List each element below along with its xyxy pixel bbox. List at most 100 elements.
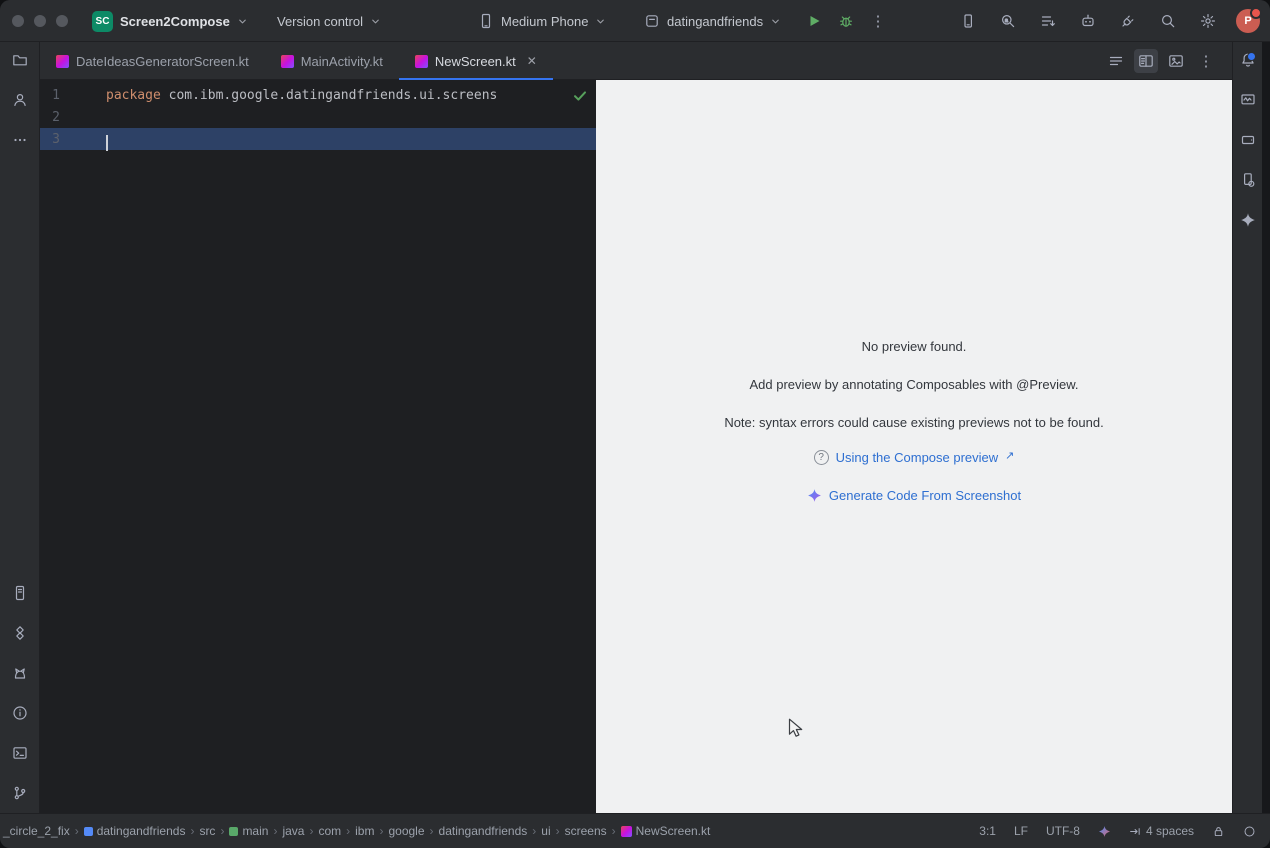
- code-view-icon: [1108, 53, 1124, 69]
- breadcrumb-item[interactable]: screens: [565, 824, 607, 838]
- line-number[interactable]: 3: [40, 132, 60, 147]
- chevron-down-icon: [370, 16, 381, 27]
- preview-hint-line1: Add preview by annotating Composables wi…: [596, 377, 1232, 392]
- encoding-widget[interactable]: UTF-8: [1046, 824, 1080, 838]
- breadcrumb-item[interactable]: src: [199, 824, 215, 838]
- generate-code-link-label: Generate Code From Screenshot: [829, 488, 1021, 503]
- inspections-ok-check-icon[interactable]: [572, 88, 588, 104]
- tab-mainactivity[interactable]: MainActivity.kt: [265, 42, 399, 80]
- git-branch-icon: [12, 785, 28, 801]
- line-number[interactable]: 2: [40, 110, 60, 125]
- terminal-tool-button[interactable]: [8, 741, 32, 765]
- code-editor[interactable]: 1 package com.ibm.google.datingandfriend…: [40, 80, 596, 813]
- editor-tabs: DateIdeasGeneratorScreen.kt MainActivity…: [40, 42, 553, 80]
- maximize-window-button[interactable]: [56, 15, 68, 27]
- generate-code-link[interactable]: Generate Code From Screenshot: [596, 488, 1232, 503]
- profile-avatar[interactable]: P: [1236, 9, 1260, 33]
- left-tool-stripe: [0, 42, 40, 813]
- preview-hint-line2: Note: syntax errors could cause existing…: [596, 415, 1232, 430]
- debug-button[interactable]: [834, 9, 858, 33]
- breadcrumb-item[interactable]: datingandfriends: [439, 824, 528, 838]
- running-devices-tool-button[interactable]: [8, 581, 32, 605]
- run-button[interactable]: [802, 9, 826, 33]
- minimize-window-button[interactable]: [34, 15, 46, 27]
- tab-label: NewScreen.kt: [435, 54, 516, 69]
- gemini-tool-button[interactable]: [1236, 208, 1260, 232]
- breadcrumb-item[interactable]: NewScreen.kt: [621, 824, 711, 838]
- problems-tool-button[interactable]: [8, 701, 32, 725]
- status-bar: _circle_2_fix › datingandfriends › src ›…: [0, 813, 1270, 848]
- breadcrumb-item[interactable]: ibm: [355, 824, 374, 838]
- kotlin-file-icon: [621, 826, 632, 837]
- collaboration-tool-button[interactable]: [8, 88, 32, 112]
- settings-button[interactable]: [1196, 9, 1220, 33]
- notifications-button[interactable]: [1236, 48, 1260, 72]
- run-config-icon: [644, 13, 660, 29]
- device-selector-label: Medium Phone: [501, 14, 588, 29]
- breadcrumb-separator: ›: [273, 824, 277, 838]
- breadcrumb-item[interactable]: google: [388, 824, 424, 838]
- profiler-tool-button[interactable]: [1236, 88, 1260, 112]
- compose-preview-help-link[interactable]: ? Using the Compose preview ↗: [596, 450, 1232, 465]
- tab-label: DateIdeasGeneratorScreen.kt: [76, 54, 249, 69]
- device-manager-button[interactable]: [956, 9, 980, 33]
- plugins-button[interactable]: [1116, 9, 1140, 33]
- more-run-options-button[interactable]: ⋮: [866, 9, 890, 33]
- tab-dateideasgeneratorscreen[interactable]: DateIdeasGeneratorScreen.kt: [40, 42, 265, 80]
- lock-icon: [1212, 825, 1225, 838]
- breadcrumb-separator: ›: [220, 824, 224, 838]
- version-control-widget[interactable]: Version control: [277, 0, 381, 42]
- breadcrumb-item[interactable]: _circle_2_fix: [3, 824, 70, 838]
- code-line: 2: [40, 106, 596, 128]
- close-window-button[interactable]: [12, 15, 24, 27]
- run-configuration-label: datingandfriends: [667, 14, 763, 29]
- running-devices-tool-button[interactable]: [1236, 128, 1260, 152]
- external-link-icon: ↗: [1005, 449, 1014, 462]
- device-icon: [960, 13, 976, 29]
- device-selector[interactable]: Medium Phone: [478, 0, 606, 42]
- task-list-button[interactable]: [1036, 9, 1060, 33]
- ellipsis-icon: [12, 132, 28, 148]
- breadcrumb-item[interactable]: java: [282, 824, 304, 838]
- split-view-button[interactable]: [1134, 49, 1158, 73]
- kotlin-file-icon: [281, 55, 294, 68]
- run-configuration-selector[interactable]: datingandfriends: [644, 0, 781, 42]
- logcat-tool-button[interactable]: [8, 661, 32, 685]
- line-number[interactable]: 1: [40, 88, 60, 103]
- titlebar: SC Screen2Compose Version control Medium…: [0, 0, 1270, 42]
- play-icon: [806, 13, 822, 29]
- gear-icon: [1200, 13, 1216, 29]
- status-circle-icon: [1243, 825, 1256, 838]
- ai-assistant-button[interactable]: [1076, 9, 1100, 33]
- design-view-button[interactable]: [1164, 49, 1188, 73]
- project-tool-button[interactable]: [8, 48, 32, 72]
- search-everywhere-button[interactable]: [1156, 9, 1180, 33]
- breadcrumb-item[interactable]: main: [229, 824, 268, 838]
- project-widget[interactable]: SC Screen2Compose: [92, 0, 248, 42]
- breadcrumb-item[interactable]: com: [318, 824, 341, 838]
- terminal-icon: [12, 745, 28, 761]
- code-view-button[interactable]: [1104, 49, 1128, 73]
- version-control-tool-button[interactable]: [8, 781, 32, 805]
- app-quality-insights-tool-button[interactable]: [8, 621, 32, 645]
- module-icon: [84, 827, 93, 836]
- editor-more-options-button[interactable]: ⋮: [1194, 49, 1218, 73]
- status-indicator-widget[interactable]: [1243, 825, 1256, 838]
- device-manager-tool-button[interactable]: [1236, 168, 1260, 192]
- line-separator-widget[interactable]: LF: [1014, 824, 1028, 838]
- breadcrumb-item[interactable]: datingandfriends: [84, 824, 186, 838]
- caret-position-widget[interactable]: 3:1: [979, 824, 996, 838]
- gemini-status-widget[interactable]: [1098, 825, 1111, 838]
- find-button[interactable]: a: [996, 9, 1020, 33]
- close-tab-icon[interactable]: ✕: [527, 54, 537, 68]
- breadcrumb-separator: ›: [379, 824, 383, 838]
- sparkle-icon: [807, 488, 822, 503]
- device-gear-icon: [1240, 172, 1256, 188]
- tab-newscreen[interactable]: NewScreen.kt ✕: [399, 42, 553, 80]
- breadcrumb-item[interactable]: ui: [541, 824, 550, 838]
- plug-icon: [1120, 13, 1136, 29]
- write-access-widget[interactable]: [1212, 825, 1225, 838]
- indent-widget[interactable]: 4 spaces: [1129, 824, 1194, 838]
- app-logo: SC: [92, 11, 113, 32]
- more-tool-windows-button[interactable]: [8, 128, 32, 152]
